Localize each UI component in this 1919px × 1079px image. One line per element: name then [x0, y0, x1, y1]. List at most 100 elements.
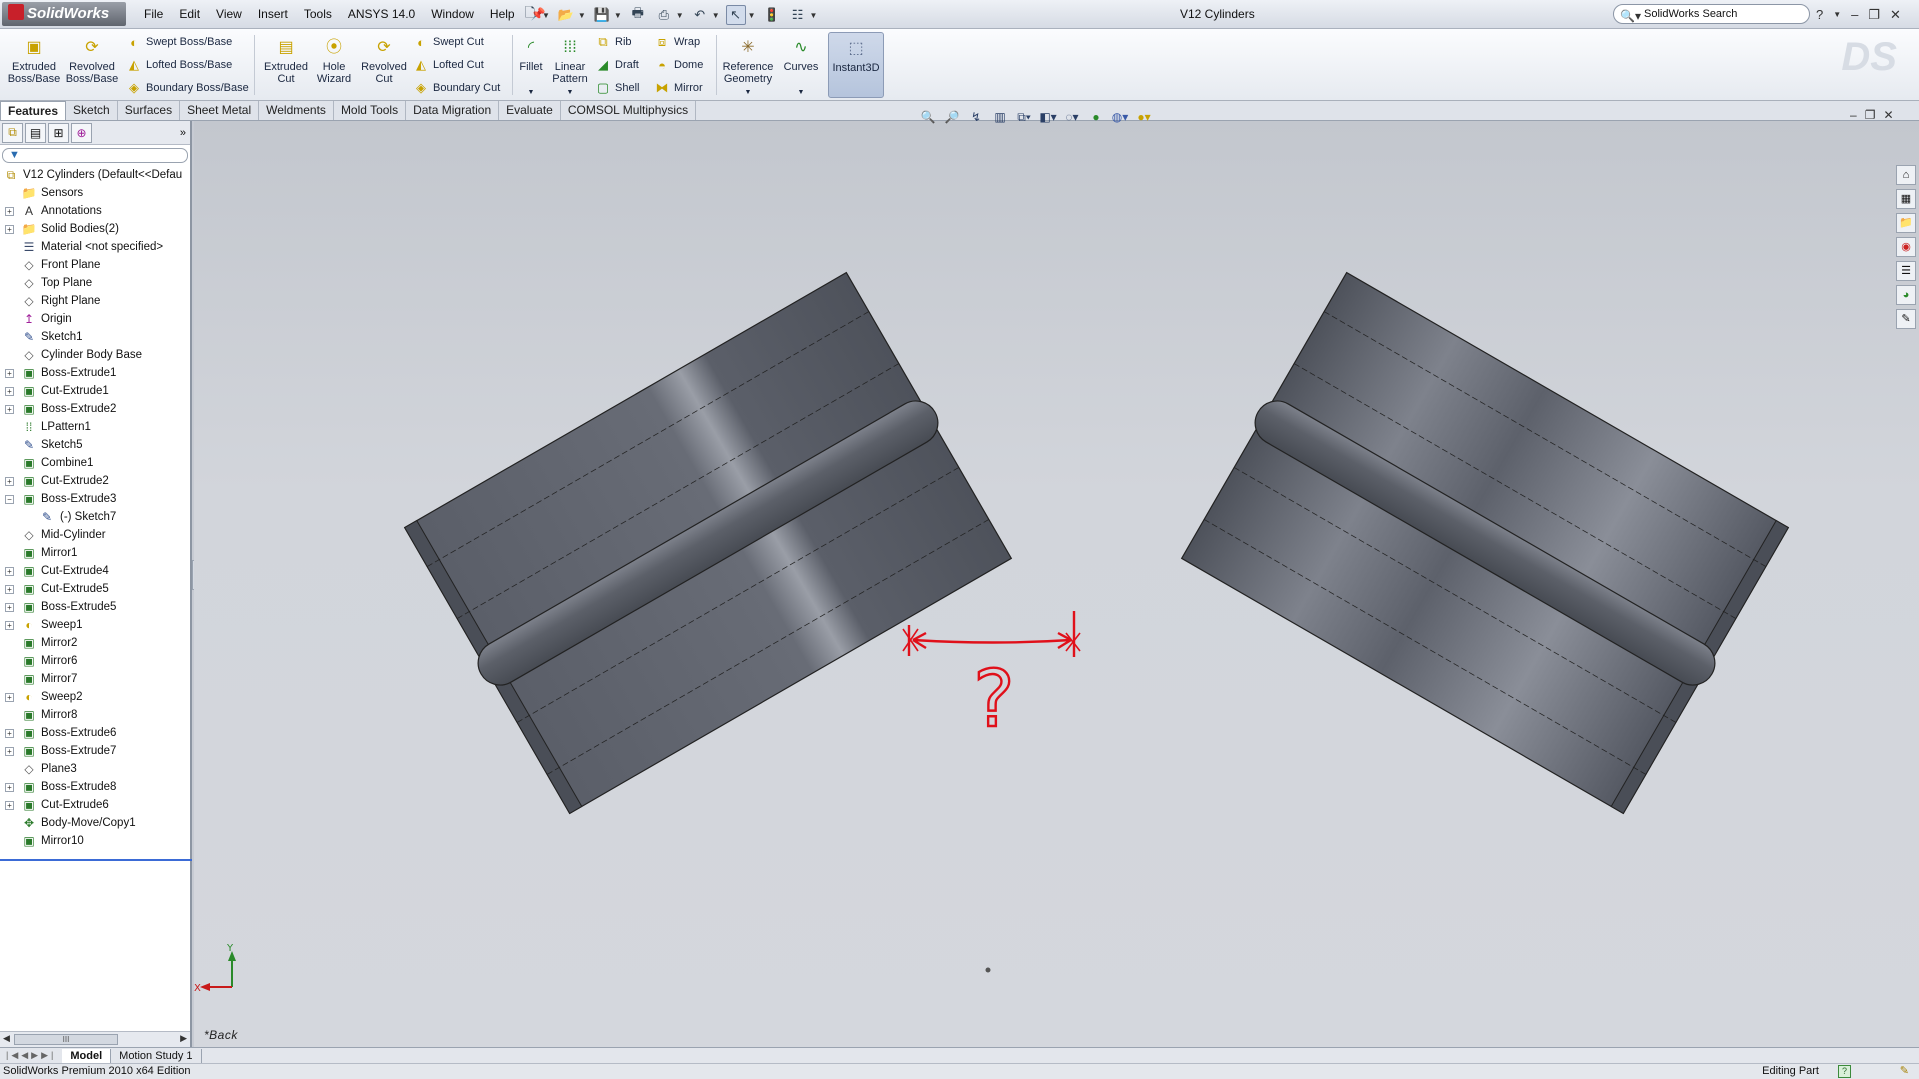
- chevron-down-icon[interactable]: ▼: [676, 11, 684, 20]
- tree-item-plane3[interactable]: ◇ Plane3: [0, 760, 190, 778]
- expand-panel-icon[interactable]: »: [180, 127, 186, 139]
- chevron-down-icon[interactable]: ▼: [720, 87, 776, 99]
- lofted-cut-button[interactable]: ◭ Lofted Cut: [413, 56, 484, 74]
- expand-toggle-icon[interactable]: +: [5, 693, 14, 702]
- dome-button[interactable]: ◓ Dome: [654, 56, 703, 74]
- boundary-boss-button[interactable]: ◈ Boundary Boss/Base: [126, 79, 249, 97]
- chevron-down-icon[interactable]: ▼: [516, 87, 546, 99]
- tab-mold-tools[interactable]: Mold Tools: [334, 101, 407, 120]
- model-view[interactable]: ? Y X: [194, 121, 1919, 1047]
- tab-weldments[interactable]: Weldments: [259, 101, 334, 120]
- swept-cut-button[interactable]: ◐ Swept Cut: [413, 33, 484, 51]
- viewport-restore-button[interactable]: ❐: [1865, 108, 1876, 122]
- restore-button[interactable]: ❐: [1868, 7, 1880, 23]
- feature-filter-input[interactable]: ▼: [2, 148, 188, 163]
- select-pointer-icon[interactable]: ↖: [725, 5, 746, 25]
- tree-root-part[interactable]: ⧉ V12 Cylinders (Default<<Defau: [0, 166, 190, 184]
- open-folder-icon[interactable]: 📂: [556, 5, 576, 25]
- tab-surfaces[interactable]: Surfaces: [118, 101, 181, 120]
- rebuild-traffic-light-icon[interactable]: 🚦: [762, 5, 782, 25]
- tree-item-cut-extrude4[interactable]: + ▣ Cut-Extrude4: [0, 562, 190, 580]
- instant3d-button[interactable]: ⬚ Instant3D: [828, 32, 884, 98]
- tab-motion-study-1[interactable]: Motion Study 1: [111, 1048, 202, 1063]
- tree-item-mid-cylinder[interactable]: ◇ Mid-Cylinder: [0, 526, 190, 544]
- previous-view-icon[interactable]: ↯: [966, 110, 986, 124]
- dimxpert-tab-icon[interactable]: ⊕: [71, 122, 92, 143]
- search-results-icon[interactable]: ◉: [1896, 237, 1916, 257]
- lofted-boss-button[interactable]: ◭ Lofted Boss/Base: [126, 56, 232, 74]
- draft-button[interactable]: ◢ Draft: [595, 56, 639, 74]
- scroll-left-icon[interactable]: ◀: [3, 1033, 10, 1044]
- right-cylinder-bank[interactable]: [1176, 269, 1795, 817]
- print-options-icon[interactable]: ⎙: [654, 5, 674, 25]
- tab-comsol[interactable]: COMSOL Multiphysics: [561, 101, 697, 120]
- file-explorer-icon[interactable]: 📁: [1896, 213, 1916, 233]
- tree-item-cut-extrude2[interactable]: + ▣ Cut-Extrude2: [0, 472, 190, 490]
- chevron-down-icon[interactable]: ▼: [780, 87, 822, 99]
- feature-tree-tab-icon[interactable]: ⧉: [2, 122, 23, 143]
- tree-item-mirror6[interactable]: ▣ Mirror6: [0, 652, 190, 670]
- expand-toggle-icon[interactable]: +: [5, 225, 14, 234]
- tree-item-cut-extrude5[interactable]: + ▣ Cut-Extrude5: [0, 580, 190, 598]
- help-button[interactable]: ?: [1816, 7, 1823, 22]
- rib-button[interactable]: ⧉ Rib: [595, 33, 631, 51]
- wrap-button[interactable]: ⧈ Wrap: [654, 33, 700, 51]
- tree-item-cylinder-body-base[interactable]: ◇ Cylinder Body Base: [0, 346, 190, 364]
- hole-wizard-button[interactable]: ⦿ Hole Wizard: [312, 37, 356, 86]
- expand-toggle-icon[interactable]: +: [5, 801, 14, 810]
- tree-item-lpattern1[interactable]: ⁞⁞ LPattern1: [0, 418, 190, 436]
- tree-item-mirror10[interactable]: ▣ Mirror10: [0, 832, 190, 850]
- help-chevron-icon[interactable]: ▼: [1833, 10, 1841, 19]
- tree-item-sweep1[interactable]: + ◐ Sweep1: [0, 616, 190, 634]
- expand-toggle-icon[interactable]: +: [5, 729, 14, 738]
- expand-toggle-icon[interactable]: +: [5, 783, 14, 792]
- print-icon[interactable]: 🖶: [628, 5, 648, 25]
- expand-toggle-icon[interactable]: +: [5, 369, 14, 378]
- tab-evaluate[interactable]: Evaluate: [499, 101, 561, 120]
- configuration-manager-tab-icon[interactable]: ⊞: [48, 122, 69, 143]
- tree-item-material-not-specified[interactable]: ☰ Material <not specified>: [0, 238, 190, 256]
- tree-item-right-plane[interactable]: ◇ Right Plane: [0, 292, 190, 310]
- chevron-down-icon[interactable]: ▼: [578, 11, 586, 20]
- tree-item-front-plane[interactable]: ◇ Front Plane: [0, 256, 190, 274]
- horizontal-scrollbar[interactable]: ◀ III ▶: [0, 1031, 190, 1047]
- pencil-icon[interactable]: ✎: [1900, 1064, 1909, 1079]
- display-style-icon[interactable]: ◧▾: [1038, 110, 1058, 124]
- shell-button[interactable]: ▢ Shell: [595, 79, 640, 97]
- revolved-cut-button[interactable]: ⟳ Revolved Cut: [358, 37, 410, 86]
- close-button[interactable]: ✕: [1890, 7, 1901, 23]
- tree-item-cut-extrude6[interactable]: + ▣ Cut-Extrude6: [0, 796, 190, 814]
- menu-edit[interactable]: Edit: [171, 0, 208, 29]
- hide-show-items-icon[interactable]: ◌▾: [1062, 110, 1082, 124]
- mirror-button[interactable]: ⧓ Mirror: [654, 79, 703, 97]
- tree-item-cut-extrude1[interactable]: + ▣ Cut-Extrude1: [0, 382, 190, 400]
- tree-item-sketch7[interactable]: ✎ (-) Sketch7: [0, 508, 190, 526]
- left-cylinder-bank[interactable]: [399, 269, 1018, 817]
- expand-toggle-icon[interactable]: +: [5, 387, 14, 396]
- tree-item-origin[interactable]: ↥ Origin: [0, 310, 190, 328]
- appearances-icon[interactable]: ◕: [1896, 285, 1916, 305]
- view-orientation-icon[interactable]: ⧉▾: [1014, 110, 1034, 125]
- extruded-boss-button[interactable]: ▣ Extruded Boss/Base: [6, 37, 62, 86]
- curves-button[interactable]: ∿ Curves ▼: [780, 37, 822, 99]
- design-library-icon[interactable]: ▦: [1896, 189, 1916, 209]
- tab-sketch[interactable]: Sketch: [66, 101, 118, 120]
- view-palette-icon[interactable]: ☰: [1896, 261, 1916, 281]
- tree-item-sweep2[interactable]: + ◐ Sweep2: [0, 688, 190, 706]
- custom-properties-icon[interactable]: ✎: [1896, 309, 1916, 329]
- tree-item-boss-extrude2[interactable]: + ▣ Boss-Extrude2: [0, 400, 190, 418]
- expand-toggle-icon[interactable]: +: [5, 585, 14, 594]
- expand-toggle-icon[interactable]: +: [5, 405, 14, 414]
- section-view-icon[interactable]: ▥: [990, 110, 1010, 124]
- tree-item-body-move-copy1[interactable]: ✥ Body-Move/Copy1: [0, 814, 190, 832]
- status-help-icon[interactable]: ?: [1838, 1065, 1851, 1078]
- viewport-minimize-button[interactable]: –: [1850, 108, 1857, 122]
- scroll-right-icon[interactable]: ▶: [180, 1033, 187, 1044]
- tree-item-solid-bodies-2[interactable]: + 📁 Solid Bodies(2): [0, 220, 190, 238]
- tree-item-boss-extrude6[interactable]: + ▣ Boss-Extrude6: [0, 724, 190, 742]
- search-input[interactable]: 🔍▾ SolidWorks Search: [1613, 4, 1810, 24]
- reference-geometry-button[interactable]: ✳ Reference Geometry ▼: [720, 37, 776, 99]
- chevron-down-icon[interactable]: ▼: [810, 11, 818, 20]
- revolved-boss-button[interactable]: ⟳ Revolved Boss/Base: [64, 37, 120, 86]
- tab-features[interactable]: Features: [0, 101, 67, 120]
